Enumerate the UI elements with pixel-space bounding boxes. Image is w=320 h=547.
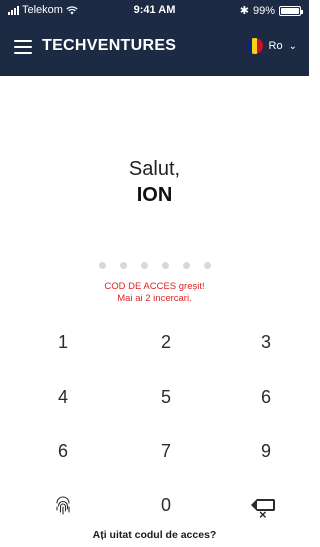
chevron-down-icon: ⌄ [288,40,297,52]
passcode-dot [98,262,106,269]
key-6[interactable]: 6 [236,377,296,417]
greeting-text: Salut, [128,158,181,180]
key-6-left[interactable]: 6 [33,431,93,471]
attempts-remaining: Mai ai 2 incercari. [117,293,192,304]
language-selector[interactable]: Ro ⌄ [246,38,297,54]
key-5[interactable]: 5 [136,377,196,417]
key-7[interactable]: 7 [136,431,196,471]
app-header: Telekom 9:41 AM ✱ 99% TECHVENTURES Ro ⌄ [0,0,309,76]
passcode-dot [182,262,190,269]
passcode-dot [119,262,127,269]
error-message: COD DE ACCES greșit! [104,281,205,292]
passcode-dots [0,262,309,269]
fingerprint-icon[interactable] [33,485,93,525]
forgot-passcode-link[interactable]: Ați uitat codul de acces? [0,529,309,541]
backspace-icon[interactable] [236,485,296,535]
backspace-glyph [251,495,275,535]
battery-icon [279,5,303,16]
hamburger-icon[interactable] [14,40,32,54]
battery-percent: 99% [252,4,275,17]
key-2[interactable]: 2 [136,322,196,362]
key-0[interactable]: 0 [136,485,196,525]
key-1[interactable]: 1 [33,322,93,362]
key-4[interactable]: 4 [33,377,93,417]
passcode-dot [203,262,211,269]
battery-level [281,7,299,14]
key-9[interactable]: 9 [236,431,296,471]
brand-title: TECHVENTURES [42,37,177,54]
passcode-dot [140,262,148,269]
language-label: Ro [268,40,283,52]
fingerprint-glyph [56,496,70,515]
flag-ro-icon [246,38,263,54]
status-bar: Telekom 9:41 AM ✱ 99% [0,0,309,22]
user-name: ION [136,184,173,206]
key-3[interactable]: 3 [236,322,296,362]
status-right: ✱ 99% [239,4,303,17]
passcode-dot [161,262,169,269]
navigation-bar: TECHVENTURES Ro ⌄ [0,22,309,76]
bluetooth-icon: ✱ [239,5,249,17]
